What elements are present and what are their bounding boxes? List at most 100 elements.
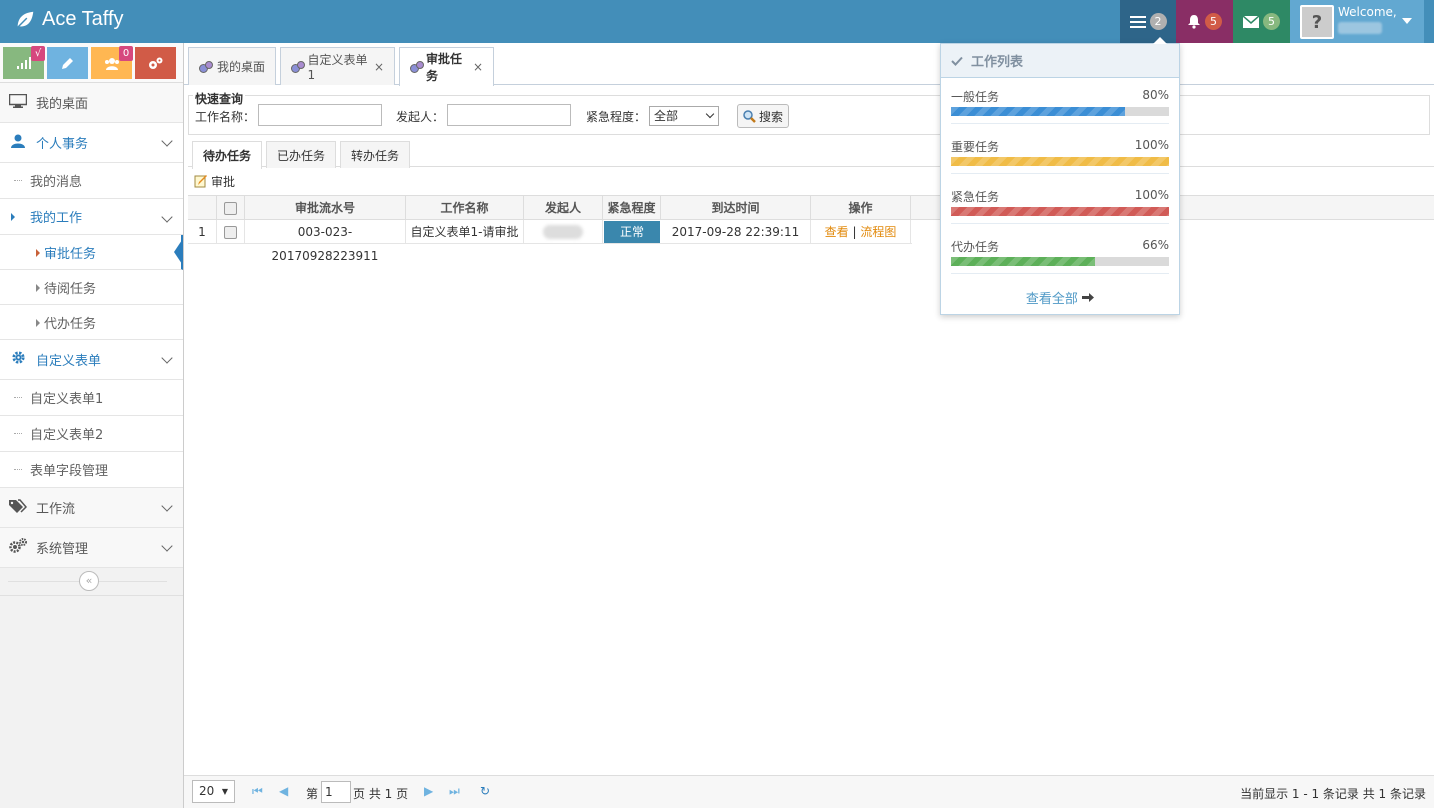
sidebar-item-system[interactable]: 系统管理	[0, 528, 183, 568]
shortcuts-bar: √ 0	[0, 43, 183, 83]
sidebar-item-proxy-tasks[interactable]: 代办任务	[0, 305, 183, 340]
view-link[interactable]: 查看	[825, 225, 849, 239]
tab-todo[interactable]: 待办任务	[192, 141, 262, 169]
sidebar-item-desktop[interactable]: 我的桌面	[0, 83, 183, 123]
sidebar-item-my-messages[interactable]: 我的消息	[0, 163, 183, 199]
sidebar-item-workflow[interactable]: 工作流	[0, 488, 183, 528]
view-all-label: 查看全部	[1025, 292, 1078, 307]
sidebar-item-custom-form1[interactable]: 自定义表单1	[0, 380, 183, 416]
initiator-label: 发起人：	[396, 110, 445, 124]
sidebar-item-pending-read[interactable]: 待阅任务	[0, 270, 183, 305]
flowchart-link[interactable]: 流程图	[860, 225, 896, 239]
sidebar-collapse-button[interactable]: «	[79, 571, 99, 591]
sidebar-item-label: 工作流	[36, 502, 76, 517]
row-checkbox[interactable]	[224, 226, 237, 239]
col-initiator[interactable]: 发起人	[524, 196, 603, 220]
shortcut-cogs-button[interactable]	[135, 47, 176, 79]
user-icon	[8, 134, 28, 152]
work-name-input[interactable]	[258, 104, 382, 126]
task-progress-item[interactable]: 一般任务 80%	[951, 80, 1169, 124]
task-progress-label: 代办任务	[951, 240, 1000, 254]
approve-button[interactable]: 审批	[194, 173, 235, 190]
table-row[interactable]: 1 003-023-20170928223911 自定义表单1-请审批 正常 2…	[188, 220, 912, 263]
col-arrival[interactable]: 到达时间	[661, 196, 811, 220]
sidebar-item-label: 我的工作	[30, 211, 83, 226]
view-all-link[interactable]: 查看全部	[941, 288, 1179, 307]
tab-transferred[interactable]: 转办任务	[340, 141, 410, 168]
cogs-icon	[8, 538, 28, 557]
shortcut-users-badge: 0	[119, 46, 133, 61]
brand-title: Ace Taffy	[42, 8, 124, 30]
row-checkbox-cell[interactable]	[217, 220, 245, 244]
progress-bar-fill	[951, 157, 1169, 166]
tab-approval-tasks[interactable]: 审批任务 ×	[399, 47, 494, 86]
quick-search-legend: 快速查询	[193, 90, 246, 107]
first-page-icon[interactable]: ⏮	[252, 784, 263, 799]
shortcut-pencil-button[interactable]	[47, 47, 88, 79]
sidebar-item-label: 系统管理	[36, 542, 89, 557]
col-urgency[interactable]: 紧急程度	[603, 196, 661, 220]
last-page-icon[interactable]: ⏭	[449, 784, 460, 799]
col-work-name[interactable]: 工作名称	[406, 196, 524, 220]
task-progress-item[interactable]: 代办任务 66%	[951, 230, 1169, 274]
notifications-button[interactable]: 5	[1176, 0, 1233, 43]
pencil-icon	[62, 57, 73, 69]
shortcut-signal-button[interactable]: √	[3, 46, 45, 79]
initiator-input[interactable]	[447, 104, 571, 126]
avatar: ?	[1300, 5, 1334, 39]
sidebar-item-label: 代办任务	[44, 316, 97, 332]
gear-pair-icon	[199, 60, 213, 73]
page-number-input[interactable]: 1	[321, 781, 351, 803]
action-separator: |	[852, 225, 857, 239]
col-serial[interactable]: 审批流水号	[245, 196, 406, 220]
brand[interactable]: Ace Taffy	[14, 8, 124, 31]
sidebar-item-approval-tasks[interactable]: 审批任务	[0, 235, 183, 270]
close-icon[interactable]: ×	[473, 60, 483, 74]
search-icon	[743, 109, 756, 123]
sidebar-collapse-bar: «	[0, 568, 183, 596]
prev-page-icon[interactable]: ◀	[279, 784, 288, 798]
urgency-select[interactable]: 全部	[649, 106, 719, 126]
select-all-checkbox[interactable]	[224, 202, 237, 215]
sidebar-item-custom-forms[interactable]: 自定义表单	[0, 340, 183, 380]
progress-bar-fill	[951, 107, 1126, 116]
desktop-icon	[8, 93, 28, 112]
envelope-icon	[1243, 15, 1259, 28]
messages-button[interactable]: 5	[1233, 0, 1290, 43]
col-actions[interactable]: 操作	[811, 196, 911, 220]
row-work-name: 自定义表单1-请审批	[406, 220, 524, 244]
row-initiator	[524, 220, 603, 244]
tab-label: 审批任务	[425, 52, 462, 83]
close-icon[interactable]: ×	[374, 60, 384, 74]
tab-desktop[interactable]: 我的桌面	[188, 47, 276, 85]
task-tabs: 待办任务 已办任务 转办任务	[188, 139, 1434, 169]
tasks-dropdown-title: 工作列表	[971, 55, 1024, 70]
progress-bar	[951, 257, 1169, 266]
col-select-all[interactable]	[217, 196, 245, 220]
page-size-select[interactable]: 20	[192, 780, 235, 803]
task-progress-item[interactable]: 重要任务 100%	[951, 130, 1169, 174]
tasks-menu-button[interactable]: 2	[1120, 0, 1176, 43]
sidebar-item-label: 自定义表单	[36, 354, 102, 369]
task-progress-label: 紧急任务	[951, 190, 1000, 204]
chevron-down-icon	[161, 540, 173, 552]
quick-search-panel: 快速查询 工作名称： 发起人： 紧急程度： 全部 搜索	[188, 90, 1430, 135]
sidebar-item-my-work[interactable]: 我的工作	[0, 199, 183, 235]
tab-done[interactable]: 已办任务	[266, 141, 336, 168]
next-page-icon[interactable]: ▶	[424, 784, 433, 798]
sidebar-item-form-fields[interactable]: 表单字段管理	[0, 452, 183, 488]
users-icon	[104, 57, 119, 70]
search-button[interactable]: 搜索	[737, 104, 790, 128]
sidebar-item-personal[interactable]: 个人事务	[0, 123, 183, 163]
search-button-label: 搜索	[759, 109, 784, 124]
user-menu-button[interactable]: ? Welcome,	[1290, 0, 1424, 43]
initiator-blurred	[543, 225, 583, 239]
tags-icon	[8, 498, 28, 517]
sidebar-item-custom-form2[interactable]: 自定义表单2	[0, 416, 183, 452]
tab-custom-form1[interactable]: 自定义表单1 ×	[280, 47, 395, 85]
shortcut-users-button[interactable]: 0	[91, 46, 133, 79]
refresh-icon[interactable]: ↻	[480, 784, 490, 798]
task-progress-item[interactable]: 紧急任务 100%	[951, 180, 1169, 224]
row-arrival: 2017-09-28 22:39:11	[661, 220, 811, 244]
progress-bar	[951, 107, 1169, 116]
